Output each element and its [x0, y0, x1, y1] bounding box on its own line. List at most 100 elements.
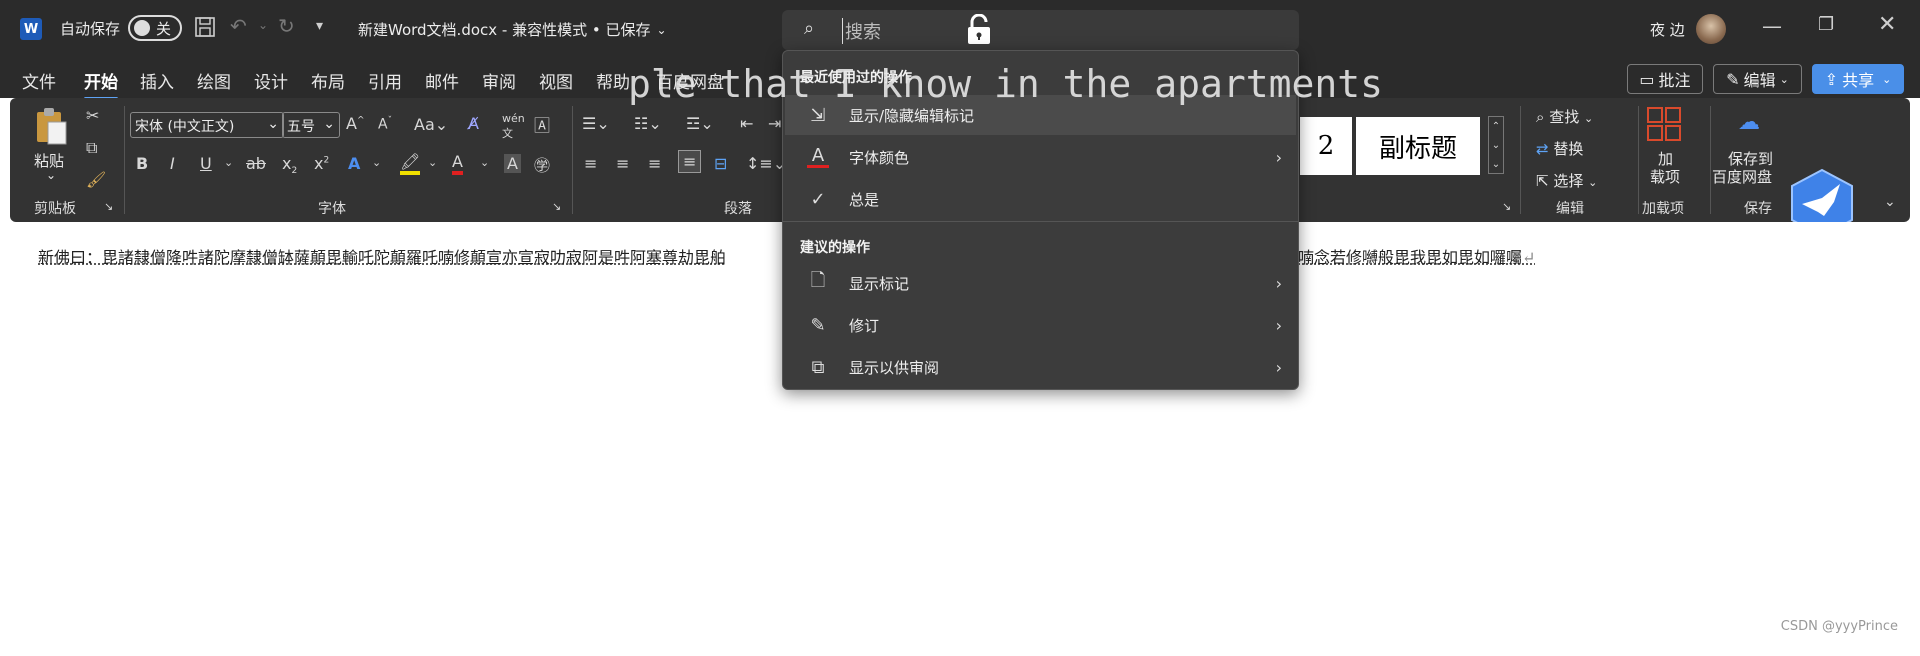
document-paragraph-end[interactable]: 喃念若修嚩般毘我毘如毘如囉囑↵ — [1298, 244, 1535, 268]
menu-item-show-markup[interactable]: 🗋 显示标记 › — [785, 263, 1296, 303]
chevron-down-icon[interactable]: ⌄ — [372, 156, 381, 169]
text-effects-icon[interactable]: A — [348, 154, 360, 173]
character-shading-icon[interactable]: A — [504, 154, 521, 173]
search-icon: ⌕ — [804, 18, 815, 39]
edit-mode-button[interactable]: ✎ 编辑 ⌄ — [1713, 64, 1802, 94]
superscript-icon[interactable]: x2 — [314, 154, 329, 173]
character-border-icon[interactable]: 🄰 — [534, 112, 550, 136]
redo-icon[interactable]: ↻ — [278, 14, 295, 38]
undo-icon[interactable]: ↶ — [230, 14, 247, 38]
subscript-icon[interactable]: x2 — [282, 154, 297, 176]
chevron-down-icon[interactable]: ⌄ — [46, 168, 56, 182]
cut-icon[interactable]: ✂ — [86, 106, 99, 125]
align-left-icon[interactable]: ≡ — [584, 154, 597, 173]
bold-icon[interactable]: B — [136, 154, 148, 173]
align-right-icon[interactable]: ≡ — [648, 154, 661, 173]
editing-group-label: 编辑 — [1556, 201, 1584, 217]
chevron-down-icon[interactable]: ⌄ — [224, 156, 233, 169]
tab-insert[interactable]: 插入 — [140, 68, 174, 93]
styles-scroll[interactable]: ⌃ ⌄ ⌄ — [1488, 116, 1504, 174]
tab-view[interactable]: 视图 — [539, 68, 573, 93]
numbering-icon[interactable]: ☷⌄ — [634, 114, 662, 133]
copy-icon[interactable]: ⧉ — [86, 138, 97, 158]
decrease-indent-icon[interactable]: ⇤ — [740, 114, 753, 133]
highlight-color-icon[interactable]: 🖍 — [400, 152, 421, 175]
baidu-netdisk-icon[interactable]: ☁ — [1738, 110, 1760, 135]
tab-file[interactable]: 文件 — [22, 68, 56, 93]
chevron-down-icon[interactable]: ⌄ — [428, 156, 437, 169]
dialog-launcher-icon[interactable]: ↘ — [552, 200, 561, 213]
find-button[interactable]: ⌕ 查找 ⌄ — [1536, 106, 1593, 127]
font-size-select[interactable]: 五号 ⌄ — [282, 112, 340, 138]
divider — [124, 106, 125, 214]
line-spacing-icon[interactable]: ↕≡⌄ — [746, 154, 786, 173]
document-paragraph[interactable]: 新佛曰：毘諸隸僧降吽諸陀摩隸僧缽薩顛毘輸吒陀顛羅吒喃修顛宣亦宣寂叻寂阿是吽阿塞尊… — [38, 244, 726, 268]
menu-item-always[interactable]: ✓ 总是 — [785, 179, 1296, 219]
comment-button[interactable]: ▭ 批注 — [1627, 64, 1703, 94]
underline-icon[interactable]: U — [200, 154, 212, 173]
add-ins-label-2[interactable]: 载项 — [1650, 166, 1680, 187]
clear-formatting-icon[interactable]: A̸ — [468, 114, 479, 133]
tab-draw[interactable]: 绘图 — [197, 68, 231, 93]
customize-quick-access-icon[interactable]: ▾ — [316, 18, 323, 34]
tab-review[interactable]: 审阅 — [482, 68, 516, 93]
dialog-launcher-icon[interactable]: ↘ — [1502, 200, 1511, 213]
distributed-icon[interactable]: ⊟ — [714, 154, 727, 173]
close-icon[interactable]: ✕ — [1878, 12, 1896, 37]
menu-item-label: 显示/隐藏编辑标记 — [849, 106, 975, 125]
user-name[interactable]: 夜 边 — [1650, 19, 1685, 40]
collapse-ribbon-icon[interactable]: ⌄ — [1884, 194, 1896, 210]
search-input[interactable]: 搜索 — [842, 18, 881, 44]
enclose-characters-icon[interactable]: ㊫ — [534, 152, 550, 176]
align-center-icon[interactable]: ≡ — [616, 154, 629, 173]
cursor-icon: ⇱ — [1536, 172, 1549, 190]
tab-design[interactable]: 设计 — [254, 68, 288, 93]
style-item-subtitle[interactable]: 副标题 — [1356, 117, 1480, 175]
share-button[interactable]: ⇪ 共享 ⌄ — [1812, 64, 1904, 94]
strikethrough-icon[interactable]: ab — [246, 154, 266, 173]
increase-indent-icon[interactable]: ⇥ — [768, 114, 781, 133]
style-item-2[interactable]: 2 — [1300, 117, 1352, 175]
search-box[interactable]: ⌕ 搜索 — [782, 10, 1299, 50]
tab-mailings[interactable]: 邮件 — [425, 68, 459, 93]
restore-icon[interactable]: ❐ — [1818, 14, 1834, 35]
minimize-icon[interactable]: — — [1762, 14, 1782, 38]
chevron-down-icon[interactable]: ⌄ — [480, 156, 489, 169]
tab-help[interactable]: 帮助 — [596, 68, 630, 93]
undo-dropdown-icon[interactable]: ⌄ — [258, 18, 268, 32]
autosave-toggle[interactable]: 关 — [128, 15, 182, 41]
format-painter-icon[interactable]: 🖌 — [86, 170, 106, 189]
phonetic-guide-icon[interactable]: wén 文 — [502, 112, 525, 141]
document-icon: 🗋 — [810, 270, 826, 291]
chevron-down-icon: ⌄ — [656, 22, 667, 37]
menu-item-display-for-review[interactable]: ⧉ 显示以供审阅 › — [785, 347, 1296, 387]
document-title[interactable]: 新建Word文档.docx - 兼容性模式 • 已保存 ⌄ — [358, 19, 667, 40]
find-label: 查找 — [1549, 108, 1580, 126]
save-icon[interactable] — [194, 16, 216, 38]
italic-icon[interactable]: I — [170, 154, 175, 173]
menu-item-font-color[interactable]: A 字体颜色 › — [785, 137, 1296, 177]
multilevel-list-icon[interactable]: ☲⌄ — [686, 114, 714, 133]
paste-icon[interactable] — [34, 106, 68, 146]
shrink-font-icon[interactable]: Aˇ — [378, 116, 392, 133]
document-title-text: 新建Word文档.docx - 兼容性模式 • 已保存 — [358, 21, 651, 39]
select-button[interactable]: ⇱ 选择 ⌄ — [1536, 170, 1597, 191]
justify-icon[interactable]: ≡ — [678, 150, 702, 173]
dialog-launcher-icon[interactable]: ↘ — [104, 200, 113, 213]
avatar[interactable] — [1696, 14, 1726, 44]
tab-home[interactable]: 开始 — [84, 68, 118, 100]
bullets-icon[interactable]: ☰⌄ — [582, 114, 610, 133]
show-hide-marks-icon: ⇲ — [810, 104, 826, 126]
tab-references[interactable]: 引用 — [368, 68, 402, 93]
chevron-right-icon: › — [1275, 147, 1282, 167]
add-ins-icon[interactable] — [1646, 106, 1682, 142]
font-color-icon[interactable]: A — [452, 152, 463, 175]
font-name-select[interactable]: 宋体 (中文正文) ⌄ — [130, 112, 284, 138]
menu-item-label: 字体颜色 — [849, 148, 910, 167]
grow-font-icon[interactable]: A^ — [346, 114, 365, 133]
replace-button[interactable]: ⇄ 替换 — [1536, 138, 1583, 159]
tab-layout[interactable]: 布局 — [311, 68, 345, 93]
save-to-baidu-line2[interactable]: 百度网盘 — [1712, 166, 1772, 187]
menu-item-track-changes[interactable]: ✎ 修订 › — [785, 305, 1296, 345]
change-case-icon[interactable]: Aa⌄ — [414, 115, 448, 134]
